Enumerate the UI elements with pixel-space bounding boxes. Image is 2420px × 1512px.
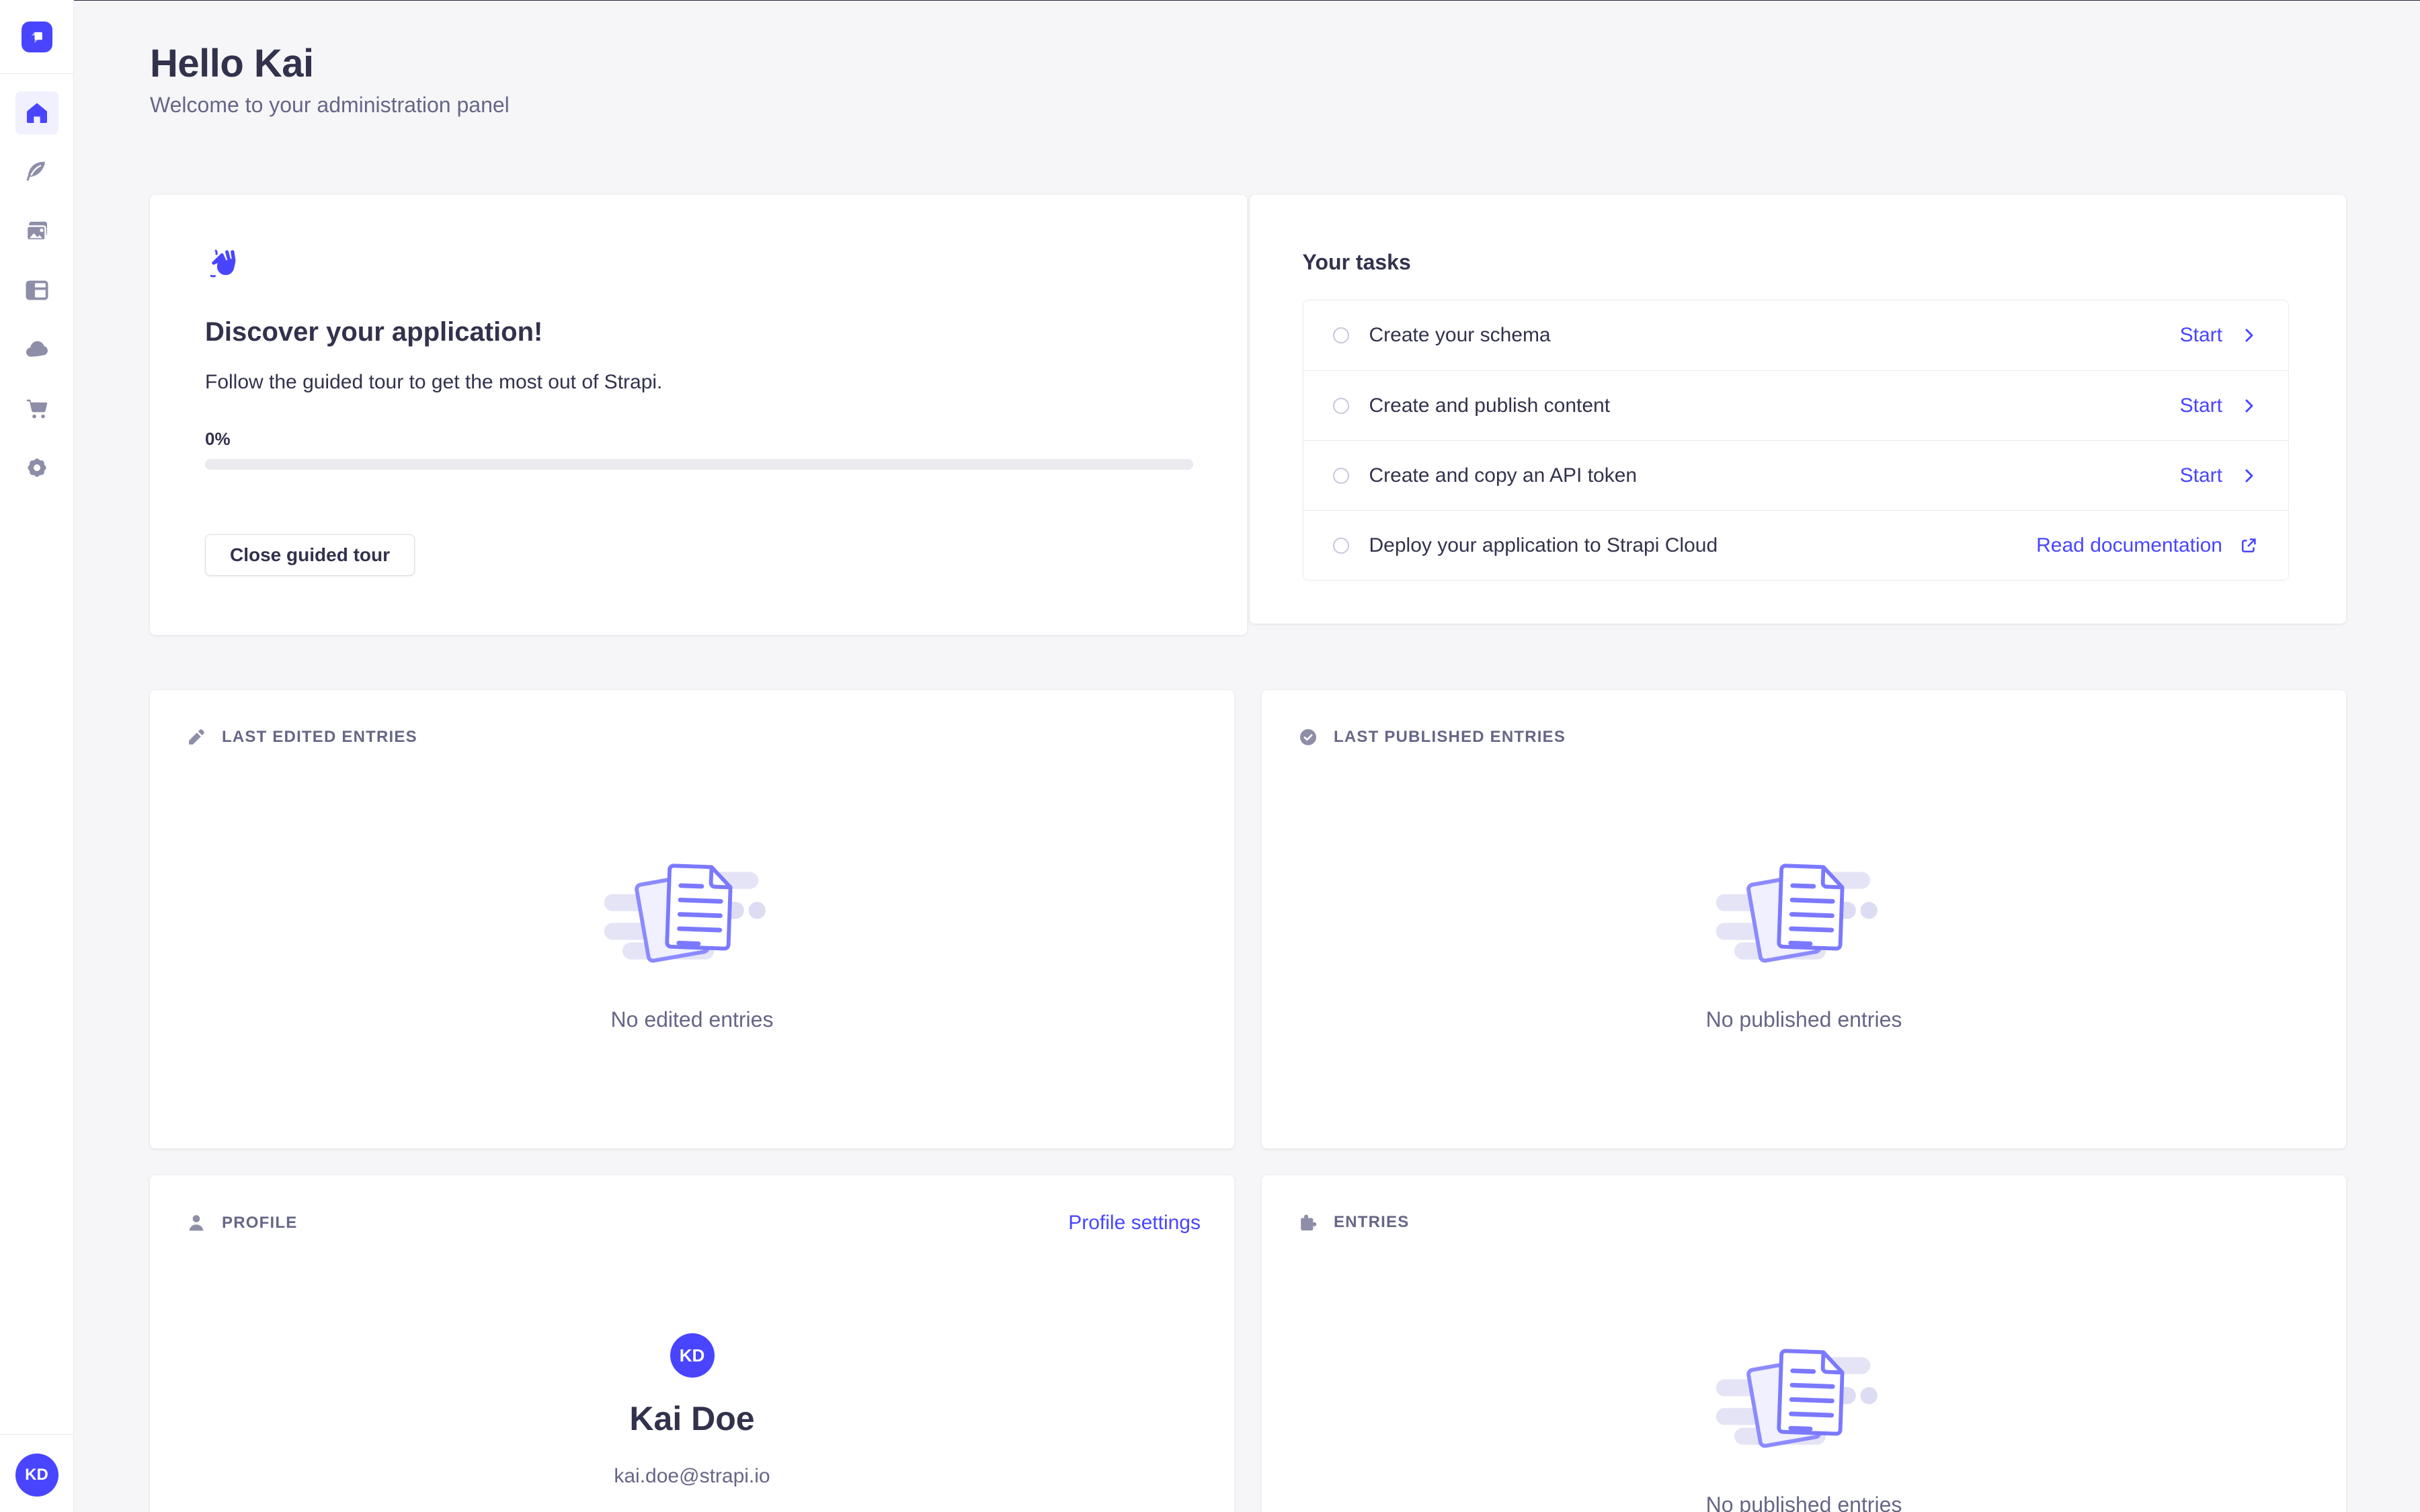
profile-settings-link[interactable]: Profile settings xyxy=(1068,1212,1201,1234)
tour-progress-label: 0% xyxy=(205,429,1193,450)
task-action-label: Start xyxy=(2180,394,2222,417)
media-library-icon xyxy=(24,218,50,245)
main-content: Hello Kai Welcome to your administration… xyxy=(74,0,2420,1512)
sidebar-item-media-library[interactable] xyxy=(15,210,58,253)
strapi-admin-app: KD Hello Kai Welcome to your administrat… xyxy=(0,0,2420,1512)
chevron-right-icon xyxy=(2238,325,2259,345)
sidebar-divider xyxy=(0,73,74,74)
feather-icon xyxy=(24,159,50,185)
widget-header: ENTRIES xyxy=(1262,1175,2346,1233)
task-start-link[interactable]: Start xyxy=(2180,394,2259,417)
task-row-create-schema[interactable]: Create your schema Start xyxy=(1303,300,2289,370)
tour-progress-bar xyxy=(205,459,1193,470)
empty-state-text: No edited entries xyxy=(611,1007,774,1032)
sidebar-item-cloud[interactable] xyxy=(15,328,58,371)
sidebar-item-marketplace[interactable] xyxy=(15,387,58,430)
puzzle-icon xyxy=(1297,1212,1319,1233)
home-icon xyxy=(24,99,50,126)
marketplace-cart-icon xyxy=(24,395,50,422)
settings-gear-icon xyxy=(24,454,50,481)
widget-header: PROFILE Profile settings xyxy=(150,1175,1234,1234)
profile-body: KD Kai Doe kai.doe@strapi.io xyxy=(150,1234,1234,1512)
profile-widget: PROFILE Profile settings KD Kai Doe kai.… xyxy=(150,1175,1234,1512)
sidebar-nav xyxy=(15,91,58,505)
task-start-link[interactable]: Start xyxy=(2180,324,2259,347)
person-icon xyxy=(186,1212,207,1234)
entries-widget: ENTRIES No published entries xyxy=(1262,1175,2346,1512)
sidebar-item-content-type-builder[interactable] xyxy=(15,269,58,312)
widgets-row-2: PROFILE Profile settings KD Kai Doe kai.… xyxy=(150,1175,2346,1512)
your-tasks-title: Your tasks xyxy=(1303,249,2290,276)
guided-tour-section: Discover your application! Follow the gu… xyxy=(150,195,2346,635)
guided-tour-subtitle: Follow the guided tour to get the most o… xyxy=(205,370,1193,395)
empty-state-text: No published entries xyxy=(1706,1007,1902,1032)
strapi-logo[interactable] xyxy=(22,22,52,52)
task-action-label: Read documentation xyxy=(2036,534,2222,557)
sidebar-item-settings[interactable] xyxy=(15,446,58,489)
task-status-circle xyxy=(1333,327,1349,343)
widget-title: ENTRIES xyxy=(1334,1212,1409,1233)
widget-title: LAST EDITED ENTRIES xyxy=(222,726,417,748)
task-status-circle xyxy=(1333,398,1349,414)
task-action-label: Start xyxy=(2180,464,2222,487)
sidebar-item-content-manager[interactable] xyxy=(15,151,58,194)
check-circle-icon xyxy=(1297,726,1319,748)
external-link-icon xyxy=(2238,536,2259,556)
task-read-documentation-link[interactable]: Read documentation xyxy=(2036,534,2259,557)
task-status-circle xyxy=(1333,468,1349,484)
empty-documents-illustration xyxy=(1713,859,1895,976)
guided-tour-card: Discover your application! Follow the gu… xyxy=(150,195,1247,635)
page-title: Hello Kai xyxy=(150,41,2346,86)
task-row-deploy-cloud[interactable]: Deploy your application to Strapi Cloud … xyxy=(1303,510,2289,580)
profile-avatar: KD xyxy=(670,1333,715,1378)
sidebar-bottom-divider xyxy=(0,1434,74,1435)
task-action-label: Start xyxy=(2180,324,2222,347)
widget-header: LAST PUBLISHED ENTRIES xyxy=(1262,690,2346,748)
task-status-circle xyxy=(1333,538,1349,554)
chevron-right-icon xyxy=(2238,396,2259,416)
widget-title: LAST PUBLISHED ENTRIES xyxy=(1334,726,1566,748)
waving-hand-icon xyxy=(205,246,245,288)
user-avatar[interactable]: KD xyxy=(15,1454,58,1497)
sidebar-bottom: KD xyxy=(0,1434,74,1512)
empty-documents-illustration xyxy=(602,859,783,976)
task-label: Create and publish content xyxy=(1369,394,1611,417)
task-row-api-token[interactable]: Create and copy an API token Start xyxy=(1303,440,2289,510)
strapi-logo-icon xyxy=(26,26,48,48)
cloud-icon xyxy=(24,336,50,363)
task-label: Deploy your application to Strapi Cloud xyxy=(1369,534,1718,557)
widget-header: LAST EDITED ENTRIES xyxy=(150,690,1234,748)
layout-icon xyxy=(24,277,50,304)
widget-title: PROFILE xyxy=(222,1212,297,1234)
close-guided-tour-button[interactable]: Close guided tour xyxy=(205,534,415,576)
empty-state-text: No published entries xyxy=(1706,1493,1902,1512)
task-label: Create and copy an API token xyxy=(1369,464,1638,487)
task-start-link[interactable]: Start xyxy=(2180,464,2259,487)
profile-email: kai.doe@strapi.io xyxy=(614,1465,770,1488)
chevron-right-icon xyxy=(2238,466,2259,486)
task-row-publish-content[interactable]: Create and publish content Start xyxy=(1303,370,2289,440)
tasks-list: Create your schema Start Create and publ… xyxy=(1303,300,2290,581)
page-subtitle: Welcome to your administration panel xyxy=(150,93,2346,118)
task-label: Create your schema xyxy=(1369,324,1551,347)
last-edited-entries-widget: LAST EDITED ENTRIES No edited entries xyxy=(150,690,1234,1148)
widget-body: No edited entries xyxy=(150,748,1234,1032)
pencil-icon xyxy=(186,726,207,748)
empty-documents-illustration xyxy=(1713,1344,1895,1462)
last-published-entries-widget: LAST PUBLISHED ENTRIES No published entr… xyxy=(1262,690,2346,1148)
widget-body: No published entries xyxy=(1262,748,2346,1032)
sidebar-item-home[interactable] xyxy=(15,91,58,134)
sidebar: KD xyxy=(0,0,74,1512)
your-tasks-card: Your tasks Create your schema Start xyxy=(1250,195,2347,624)
widget-body: No published entries xyxy=(1262,1233,2346,1512)
guided-tour-title: Discover your application! xyxy=(205,316,1193,348)
profile-name: Kai Doe xyxy=(629,1399,754,1438)
widgets-row-1: LAST EDITED ENTRIES No edited entries xyxy=(150,690,2346,1148)
